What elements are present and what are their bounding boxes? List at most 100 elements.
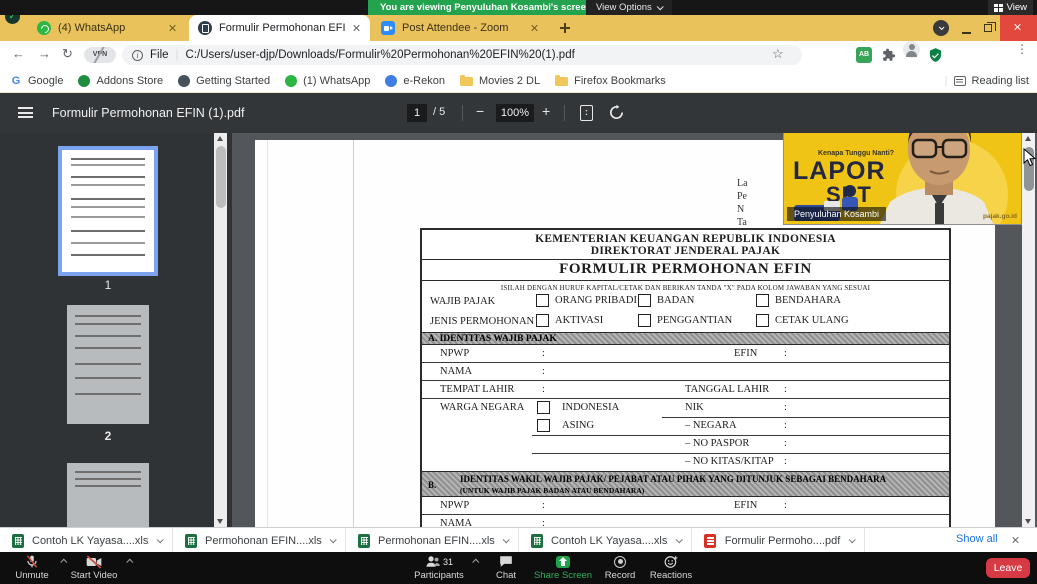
fit-page-icon[interactable]: :: [580, 105, 593, 121]
profile-avatar[interactable]: [903, 41, 920, 58]
window-close-button[interactable]: [1000, 15, 1037, 41]
record-label: Record: [605, 570, 636, 581]
bookmark-firefox-folder[interactable]: Firefox Bookmarks: [555, 75, 666, 87]
scrollbar-thumb[interactable]: [216, 146, 226, 208]
view-options-button[interactable]: View Options: [586, 0, 672, 15]
bookmark-google[interactable]: G Google: [10, 75, 63, 87]
chevron-down-icon[interactable]: [503, 536, 510, 543]
reactions-button[interactable]: Reactions: [645, 554, 697, 581]
section-a-header: A. IDENTITAS WAJIB PAJAK: [422, 332, 949, 345]
download-chip[interactable]: Contoh LK Yayasa....xlsx: [519, 528, 692, 553]
download-chip[interactable]: Permohonan EFIN....xlsx: [346, 528, 519, 553]
browser-menu-icon[interactable]: ⋮: [1016, 46, 1020, 52]
bookmark-whatsapp[interactable]: (1) WhatsApp: [285, 75, 370, 87]
wajib-pajak-label: WAJIB PAJAK: [430, 296, 495, 307]
back-button[interactable]: ←: [12, 46, 25, 61]
zoom-share-topbar: You are viewing Penyuluhan Kosambi's scr…: [0, 0, 1037, 15]
tab-close-icon[interactable]: [353, 24, 361, 32]
adblock-extension-icon[interactable]: AB: [856, 47, 872, 63]
excel-file-icon: [12, 534, 24, 548]
chat-button[interactable]: Chat: [486, 554, 526, 581]
form-header-line1: KEMENTERIAN KEUANGAN REPUBLIK INDONESIA: [422, 233, 949, 245]
new-tab-button[interactable]: [560, 20, 576, 36]
reload-button[interactable]: ↻: [62, 46, 73, 62]
thumbnail-page-number: 1: [62, 278, 154, 292]
tab-post-attendee-zoom[interactable]: Post Attendee - Zoom: [372, 15, 548, 41]
colon: :: [542, 348, 545, 359]
reading-list-label: Reading list: [972, 75, 1029, 87]
download-chip[interactable]: Permohonan EFIN....xlsx: [173, 528, 346, 553]
field-label: – NO KITAS/KITAP: [685, 456, 774, 467]
window-minimize-button[interactable]: [962, 32, 971, 34]
participants-button[interactable]: 31 Participants: [408, 554, 470, 581]
forward-button[interactable]: →: [38, 46, 51, 61]
participants-options-chevron[interactable]: [472, 559, 479, 566]
bookmark-addons-store[interactable]: Addons Store: [78, 75, 163, 87]
reading-list-button[interactable]: | Reading list: [945, 69, 1029, 93]
bookmark-label: Getting Started: [196, 75, 270, 87]
antivirus-shield-icon[interactable]: [928, 47, 943, 68]
page-thumbnail-2[interactable]: [67, 305, 149, 424]
unmute-button[interactable]: Unmute: [8, 554, 56, 581]
extensions-puzzle-icon[interactable]: [882, 48, 896, 67]
zoom-out-button[interactable]: −: [476, 103, 484, 119]
bookmark-star-icon[interactable]: ☆: [772, 47, 786, 61]
main-scrollbar[interactable]: [1022, 133, 1035, 527]
option-label: CETAK ULANG: [775, 315, 849, 326]
page-thumbnail-3[interactable]: [67, 463, 149, 527]
whatsapp-icon: [285, 75, 297, 87]
window-menu-button[interactable]: [933, 20, 949, 36]
bookmark-getting-started[interactable]: Getting Started: [178, 75, 270, 87]
chevron-down-icon[interactable]: [157, 536, 164, 543]
sidebar-scrollbar[interactable]: [214, 133, 227, 527]
record-button[interactable]: Record: [599, 554, 641, 581]
bookmark-movies-folder[interactable]: Movies 2 DL: [460, 75, 540, 87]
zoom-view-button[interactable]: View: [988, 0, 1033, 15]
tab-whatsapp[interactable]: (4) WhatsApp: [28, 15, 186, 41]
download-chip[interactable]: Contoh LK Yayasa....xlsx: [0, 528, 173, 553]
chevron-down-icon[interactable]: [330, 536, 337, 543]
rotate-icon[interactable]: [608, 104, 625, 121]
letterhead-labels: La Pe N Ta: [737, 177, 748, 229]
page-thumbnail-1[interactable]: [62, 150, 154, 272]
section-b-header: B. IDENTITAS WAKIL WAJIB PAJAK/ PEJABAT …: [422, 471, 949, 497]
window-restore-button[interactable]: [984, 24, 992, 32]
download-chip[interactable]: Formulir Permoho....pdf: [692, 528, 865, 553]
scroll-up-arrow[interactable]: [217, 136, 223, 141]
browser-toolbar: ← → ↻ VPN i File | C:/Users/user-djp/Dow…: [0, 41, 1037, 69]
bookmark-e-rekon[interactable]: e-Rekon: [385, 75, 445, 87]
close-downloads-bar-icon[interactable]: [1012, 536, 1020, 544]
browser-tabstrip: ✓ (4) WhatsApp Formulir Permohonan EFIN …: [0, 15, 1037, 41]
tab-close-icon[interactable]: [169, 24, 177, 32]
leave-button[interactable]: Leave: [986, 558, 1030, 578]
page-number-input[interactable]: 1: [407, 104, 427, 122]
zoom-level-input[interactable]: 100%: [496, 104, 534, 122]
vpn-extension-icon[interactable]: VPN: [84, 47, 116, 63]
address-url: C:/Users/user-djp/Downloads/Formulir%20P…: [186, 49, 575, 61]
video-options-chevron[interactable]: [126, 559, 133, 566]
scroll-down-arrow[interactable]: [1025, 519, 1031, 524]
option-label: BENDAHARA: [775, 295, 841, 306]
menu-icon[interactable]: [18, 107, 33, 118]
address-bar[interactable]: i File | C:/Users/user-djp/Downloads/For…: [122, 45, 802, 65]
tab-close-icon[interactable]: [531, 24, 539, 32]
info-icon[interactable]: i: [132, 50, 143, 61]
zoom-in-button[interactable]: +: [542, 103, 550, 119]
share-screen-button[interactable]: Share Screen: [530, 554, 596, 581]
scroll-up-arrow[interactable]: [1025, 136, 1031, 141]
participants-label: Participants: [414, 570, 464, 581]
section-b-title: IDENTITAS WAKIL WAJIB PAJAK/ PEJABAT ATA…: [460, 474, 886, 484]
start-video-button[interactable]: Start Video: [66, 554, 122, 581]
scroll-down-arrow[interactable]: [217, 519, 223, 524]
show-all-downloads-link[interactable]: Show all: [956, 533, 998, 545]
field-label: – NO PASPOR: [685, 438, 749, 449]
share-screen-label: Share Screen: [534, 570, 592, 581]
thumbnail-page-number: 2: [62, 429, 154, 443]
download-filename: Formulir Permoho....pdf: [724, 535, 841, 547]
chevron-down-icon[interactable]: [849, 536, 856, 543]
checkbox-badan: [638, 294, 651, 307]
tab-formulir-efin-pdf[interactable]: Formulir Permohonan EFIN (1).p: [189, 15, 370, 41]
chat-bubble-icon: [486, 554, 526, 569]
chevron-down-icon[interactable]: [676, 536, 683, 543]
reactions-label: Reactions: [650, 570, 692, 581]
